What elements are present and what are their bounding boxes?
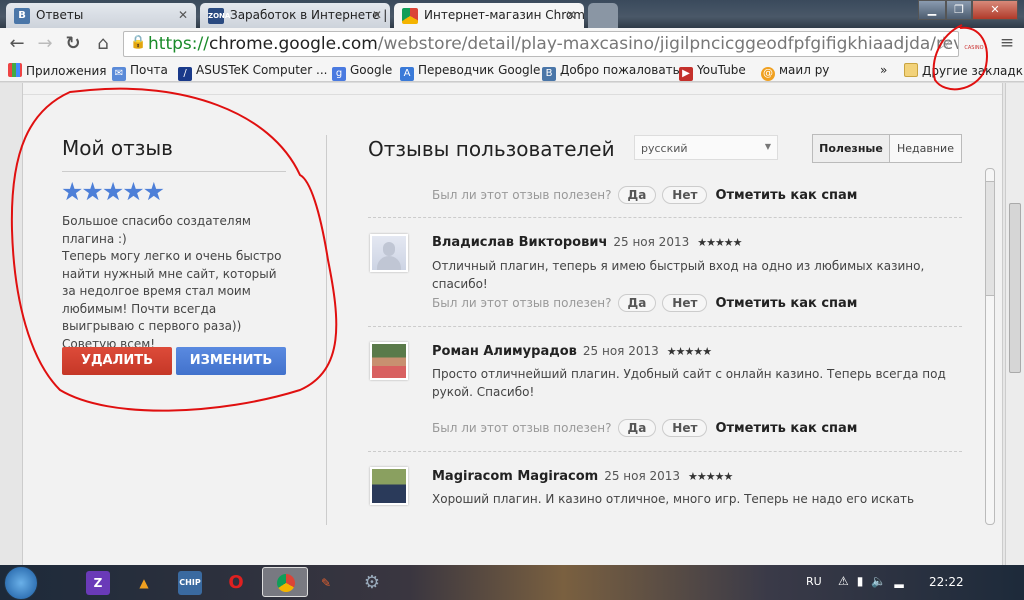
taskbar-chrome-icon[interactable] [262,567,308,597]
windows-taskbar: Z ▲ CHIP O ✎ ⚙ RU ⚠▮🔈▂ 22:22 [0,565,1024,600]
language-indicator[interactable]: RU [806,575,822,588]
volume-icon: 🔈 [871,574,895,588]
annotation-circle-my-review [10,87,338,412]
taskbar-chip-icon[interactable]: CHIP [178,571,202,595]
red-annotation-circles [10,24,988,412]
taskbar-paint-icon[interactable]: ✎ [314,571,338,595]
taskbar-settings-icon[interactable]: ⚙ [360,571,384,595]
signal-icon: ▂ [894,574,912,588]
clock[interactable]: 22:22 [929,575,964,589]
network-warning-icon: ⚠ [838,574,857,588]
taskbar-app-z-icon[interactable]: Z [86,571,110,595]
power-icon: ▮ [856,574,872,588]
start-button[interactable] [4,566,38,600]
taskbar-opera-icon[interactable]: O [224,571,248,595]
tray-icons[interactable]: ⚠▮🔈▂ [838,574,912,588]
annotation-circle-extension [932,24,988,91]
taskbar-aimp-icon[interactable]: ▲ [132,571,156,595]
